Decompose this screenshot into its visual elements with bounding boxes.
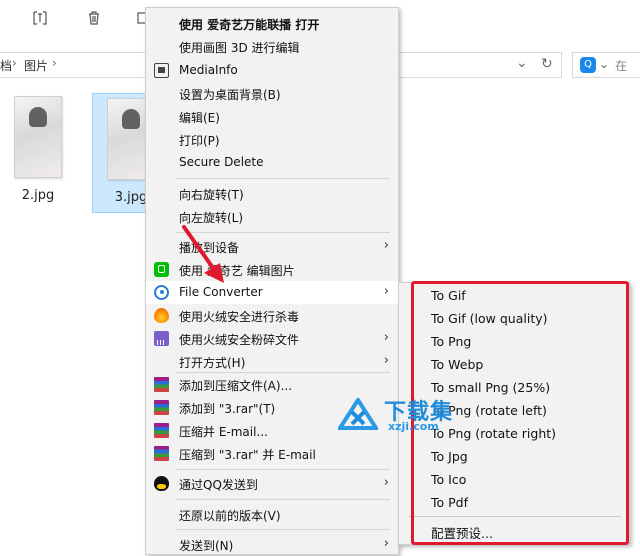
search-box[interactable]: Q ⌄ 在	[572, 52, 640, 78]
menu-item-huorong-scan[interactable]: 使用火绒安全进行杀毒	[146, 304, 398, 327]
chevron-right-icon: ›	[383, 238, 389, 253]
qq-icon	[154, 476, 169, 491]
menu-separator	[176, 529, 390, 530]
menu-item-huorong-shred[interactable]: 使用火绒安全粉碎文件 ›	[146, 327, 398, 350]
menu-item-add-to-archive[interactable]: 添加到压缩文件(A)...	[146, 373, 398, 396]
chevron-right-icon: ›	[383, 353, 389, 368]
submenu-item-label: To small Png (25%)	[431, 380, 551, 395]
chevron-right-icon: ›	[383, 536, 389, 551]
menu-item-send-via-qq[interactable]: 通过QQ发送到 ›	[146, 472, 398, 495]
search-provider-icon: Q	[580, 57, 596, 73]
shredder-icon	[154, 331, 169, 346]
menu-item-label: 压缩并 E-mail...	[179, 425, 268, 439]
menu-separator	[176, 178, 390, 179]
file-name: 2.jpg	[21, 188, 55, 203]
menu-separator	[176, 469, 390, 470]
breadcrumb-separator: ›	[12, 56, 17, 70]
winrar-icon	[154, 400, 169, 415]
menu-item-rotate-right[interactable]: 向右旋转(T)	[146, 182, 398, 205]
file-converter-icon	[154, 285, 169, 300]
menu-item-send-to[interactable]: 发送到(N) ›	[146, 533, 398, 556]
breadcrumb-separator[interactable]: ›	[52, 56, 57, 70]
submenu-separator	[409, 516, 621, 517]
menu-item-label: 打开方式(H)	[179, 356, 246, 370]
menu-item-set-wallpaper[interactable]: 设置为桌面背景(B)	[146, 82, 398, 105]
submenu-item-to-webp[interactable]: To Webp	[399, 354, 629, 377]
delete-icon[interactable]	[84, 10, 104, 30]
media-icon	[154, 63, 169, 78]
submenu-item-label: 配置预设...	[431, 526, 493, 541]
huorong-icon	[154, 308, 169, 323]
submenu-item-to-ico[interactable]: To Ico	[399, 469, 629, 492]
menu-item-label: MediaInfo	[179, 63, 238, 77]
menu-item-label: 向左旋转(L)	[179, 211, 244, 225]
winrar-icon	[154, 446, 169, 461]
image-thumbnail	[14, 96, 62, 178]
refresh-icon[interactable]: ↻	[541, 56, 553, 72]
menu-item-label: 打印(P)	[179, 134, 220, 148]
submenu-item-label: To Gif	[431, 288, 466, 303]
file-item[interactable]: 2.jpg	[0, 96, 76, 203]
iqiyi-icon	[154, 262, 169, 277]
menu-item-mediainfo[interactable]: MediaInfo	[146, 59, 398, 82]
menu-item-label: 使用火绒安全进行杀毒	[179, 310, 300, 324]
menu-item-label: 压缩到 "3.rar" 并 E-mail	[179, 448, 316, 462]
chevron-right-icon: ›	[383, 284, 389, 299]
menu-item-label: 编辑(E)	[179, 111, 220, 125]
submenu-item-to-jpg[interactable]: To Jpg	[399, 446, 629, 469]
submenu-item-to-gif[interactable]: To Gif	[399, 285, 629, 308]
submenu-item-label: To Gif (low quality)	[431, 311, 548, 326]
search-placeholder: 在	[615, 59, 628, 73]
menu-item-label: 使用火绒安全粉碎文件	[179, 333, 300, 347]
breadcrumb-documents[interactable]: 档	[0, 57, 12, 74]
breadcrumb-pictures[interactable]: 图片	[24, 57, 48, 74]
watermark-logo-icon	[338, 398, 378, 430]
menu-item-label: 使用 爱奇艺万能联播 打开	[179, 18, 320, 32]
menu-item-label: 向右旋转(T)	[179, 188, 244, 202]
watermark: 下载集 xzji.com	[338, 394, 468, 438]
menu-item-label: 添加到压缩文件(A)...	[179, 379, 293, 393]
annotation-arrow-icon	[182, 225, 224, 283]
menu-item-print[interactable]: 打印(P)	[146, 128, 398, 151]
menu-item-label: 添加到 "3.rar"(T)	[179, 402, 276, 416]
watermark-domain: xzji.com	[388, 420, 439, 433]
menu-item-open-iqiyi[interactable]: 使用 爱奇艺万能联播 打开	[146, 12, 398, 35]
winrar-icon	[154, 377, 169, 392]
submenu-item-label: To Png	[431, 334, 472, 349]
menu-item-label: Secure Delete	[179, 155, 264, 169]
menu-item-label: 设置为桌面背景(B)	[179, 88, 281, 102]
menu-item-label: 使用画图 3D 进行编辑	[179, 41, 300, 55]
menu-item-secure-delete[interactable]: Secure Delete	[146, 151, 398, 174]
menu-item-open-with[interactable]: 打开方式(H) ›	[146, 350, 398, 373]
menu-item-label: File Converter	[179, 285, 263, 299]
submenu-item-label: To Webp	[431, 357, 484, 372]
winrar-icon	[154, 423, 169, 438]
submenu-item-label: To Ico	[431, 472, 467, 487]
submenu-item-configure-presets[interactable]: 配置预设...	[399, 520, 629, 543]
history-dropdown-icon[interactable]: ⌄	[516, 55, 528, 71]
menu-item-compress-rar-email[interactable]: 压缩到 "3.rar" 并 E-mail	[146, 442, 398, 465]
rename-icon[interactable]	[30, 10, 50, 30]
submenu-item-to-pdf[interactable]: To Pdf	[399, 492, 629, 515]
submenu-item-to-gif-low[interactable]: To Gif (low quality)	[399, 308, 629, 331]
menu-item-label: 发送到(N)	[179, 539, 234, 553]
chevron-down-icon[interactable]: ⌄	[599, 57, 609, 71]
menu-item-label: 通过QQ发送到	[179, 478, 258, 492]
menu-item-edit-paint3d[interactable]: 使用画图 3D 进行编辑	[146, 35, 398, 58]
menu-item-edit[interactable]: 编辑(E)	[146, 105, 398, 128]
chevron-right-icon: ›	[383, 475, 389, 490]
submenu-item-label: To Pdf	[431, 495, 469, 510]
menu-item-label: 还原以前的版本(V)	[179, 509, 281, 523]
menu-separator	[176, 499, 390, 500]
menu-item-restore-versions[interactable]: 还原以前的版本(V)	[146, 503, 398, 526]
chevron-right-icon: ›	[383, 330, 389, 345]
submenu-item-label: To Jpg	[431, 449, 468, 464]
submenu-item-to-png[interactable]: To Png	[399, 331, 629, 354]
